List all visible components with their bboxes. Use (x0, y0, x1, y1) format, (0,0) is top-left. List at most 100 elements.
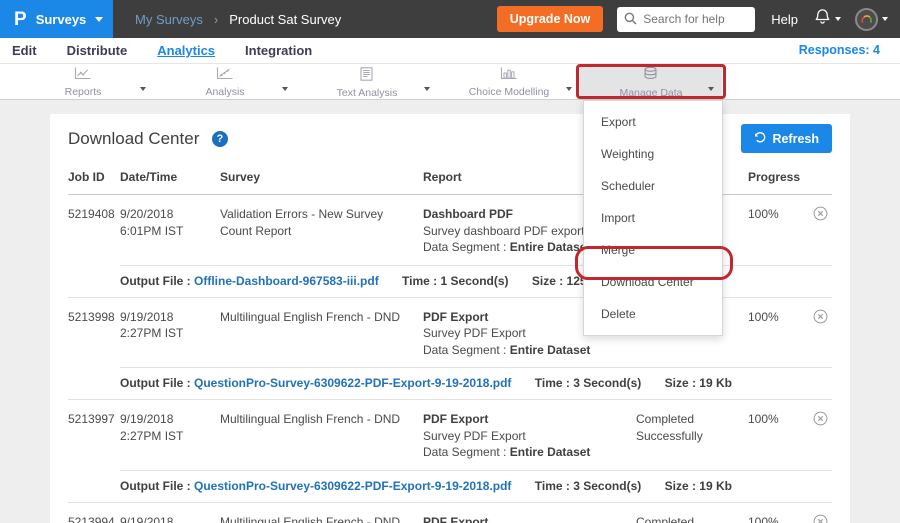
manage-data-button[interactable]: Manage Data (619, 64, 682, 99)
choice-modelling-button[interactable]: Choice Modelling (469, 65, 550, 98)
reports-caret[interactable] (140, 78, 146, 96)
refresh-button[interactable]: Refresh (741, 124, 832, 153)
survey-nav: Edit Distribute Analytics Integration Re… (0, 38, 900, 64)
toolbar-label: Analysis (205, 86, 244, 98)
analysis-button[interactable]: Analysis (205, 65, 244, 98)
toolbar-label: Text Analysis (337, 87, 398, 99)
menu-item-scheduler[interactable]: Scheduler (584, 170, 722, 202)
job-status: Completed Successfully (636, 411, 748, 461)
job-actions (798, 411, 832, 461)
text-analysis-button[interactable]: Text Analysis (337, 65, 398, 99)
job-progress: 100% (748, 206, 798, 256)
job-datetime: 9/19/2018 2:27PM IST (120, 411, 220, 461)
job-report: PDF Export Survey PDF Export Data Segmen… (423, 514, 636, 523)
job-datetime: 9/19/2018 2:27PM IST (120, 309, 220, 359)
col-actions (798, 170, 832, 184)
report-segment: Data Segment : Entire Dataset (423, 342, 622, 359)
output-time: Time : 1 Second(s) (402, 274, 508, 288)
help-link[interactable]: Help (771, 12, 798, 27)
output-file-link[interactable]: QuestionPro-Survey-6309622-PDF-Export-9-… (194, 479, 511, 493)
text-analysis-caret[interactable] (424, 78, 430, 96)
responses-count: Responses: 4 (799, 43, 880, 57)
job-datetime: 9/20/2018 6:01PM IST (120, 206, 220, 256)
tab-analytics[interactable]: Analytics (157, 43, 215, 58)
cancel-job-icon[interactable] (813, 411, 828, 431)
menu-item-weighting[interactable]: Weighting (584, 138, 722, 170)
manage-data-dropdown: Export Weighting Scheduler Import Merge … (583, 100, 723, 336)
questionpro-logo-icon: P (14, 10, 27, 29)
scatter-chart-icon (216, 67, 233, 85)
search-input[interactable] (617, 7, 755, 32)
notifications-button[interactable] (814, 8, 841, 30)
analytics-toolbar: Reports Analysis Text Analysis Choice Mo… (0, 64, 900, 100)
menu-item-import[interactable]: Import (584, 202, 722, 234)
bar-chart-icon (500, 67, 517, 85)
job-id: 5219408 (68, 206, 120, 256)
toolbar-label: Choice Modelling (469, 86, 550, 98)
line-chart-icon (74, 67, 91, 85)
help-search (617, 7, 755, 32)
output-file-link[interactable]: Offline-Dashboard-967583-iii.pdf (194, 274, 379, 288)
table-row: 5213997 9/19/2018 2:27PM IST Multilingua… (68, 400, 832, 503)
chevron-down-icon (708, 87, 714, 91)
page-title: Download Center (68, 129, 199, 148)
upgrade-now-button[interactable]: Upgrade Now (497, 6, 604, 32)
tab-integration[interactable]: Integration (245, 43, 312, 58)
breadcrumb-current-survey: Product Sat Survey (229, 12, 341, 27)
cancel-job-icon[interactable] (813, 206, 828, 226)
output-file-label: Output File : (120, 479, 191, 493)
manage-data-caret[interactable] (708, 78, 714, 96)
tab-distribute[interactable]: Distribute (67, 43, 128, 58)
chevron-down-icon (140, 87, 146, 91)
search-icon (624, 12, 637, 30)
cancel-job-icon[interactable] (813, 309, 828, 329)
chevron-down-icon (835, 17, 841, 21)
output-size: Size : 19 Kb (665, 376, 732, 390)
report-segment: Data Segment : Entire Dataset (423, 444, 622, 461)
col-progress: Progress (748, 170, 798, 184)
output-file-row: Output File : QuestionPro-Survey-6309622… (120, 367, 832, 399)
job-survey: Multilingual English French - DND (220, 514, 423, 523)
job-survey: Validation Errors - New Survey Count Rep… (220, 206, 423, 256)
toolbar-group-text-analysis: Text Analysis (296, 64, 438, 99)
chevron-down-icon (95, 17, 103, 22)
menu-item-delete[interactable]: Delete (584, 298, 722, 330)
toolbar-label: Manage Data (619, 87, 682, 99)
menu-item-merge[interactable]: Merge (584, 234, 722, 266)
tab-edit[interactable]: Edit (12, 43, 37, 58)
reports-button[interactable]: Reports (65, 65, 102, 98)
table-row: 5213994 9/19/2018 2:26PM IST Multilingua… (68, 503, 832, 523)
surveys-menu-label: Surveys (36, 12, 87, 27)
avatar (855, 8, 878, 31)
col-survey: Survey (220, 170, 423, 184)
breadcrumb: My Surveys › Product Sat Survey (135, 12, 341, 27)
top-bar: P Surveys My Surveys › Product Sat Surve… (0, 0, 900, 38)
output-file-link[interactable]: QuestionPro-Survey-6309622-PDF-Export-9-… (194, 376, 511, 390)
chevron-down-icon (882, 17, 888, 21)
menu-item-export[interactable]: Export (584, 106, 722, 138)
bell-icon (814, 8, 831, 30)
help-icon[interactable]: ? (212, 131, 228, 147)
job-id: 5213997 (68, 411, 120, 461)
cancel-job-icon[interactable] (813, 514, 828, 523)
account-menu[interactable] (855, 8, 888, 31)
breadcrumb-separator-icon: › (214, 12, 218, 27)
output-time: Time : 3 Second(s) (535, 479, 641, 493)
chevron-down-icon (424, 87, 430, 91)
choice-modelling-caret[interactable] (566, 78, 572, 96)
job-survey: Multilingual English French - DND (220, 411, 423, 461)
job-id: 5213998 (68, 309, 120, 359)
col-job-id: Job ID (68, 170, 120, 184)
job-id: 5213994 (68, 514, 120, 523)
output-file-row: Output File : Offline-Dashboard-967583-i… (120, 265, 832, 297)
col-datetime: Date/Time (120, 170, 220, 184)
breadcrumb-my-surveys[interactable]: My Surveys (135, 12, 203, 27)
analysis-caret[interactable] (282, 78, 288, 96)
report-title: PDF Export (423, 411, 622, 428)
job-survey: Multilingual English French - DND (220, 309, 423, 359)
job-actions (798, 309, 832, 359)
job-progress: 100% (748, 514, 798, 523)
menu-item-download-center[interactable]: Download Center (584, 266, 722, 298)
surveys-menu[interactable]: P Surveys (0, 0, 113, 38)
report-desc: Survey PDF Export (423, 428, 622, 445)
